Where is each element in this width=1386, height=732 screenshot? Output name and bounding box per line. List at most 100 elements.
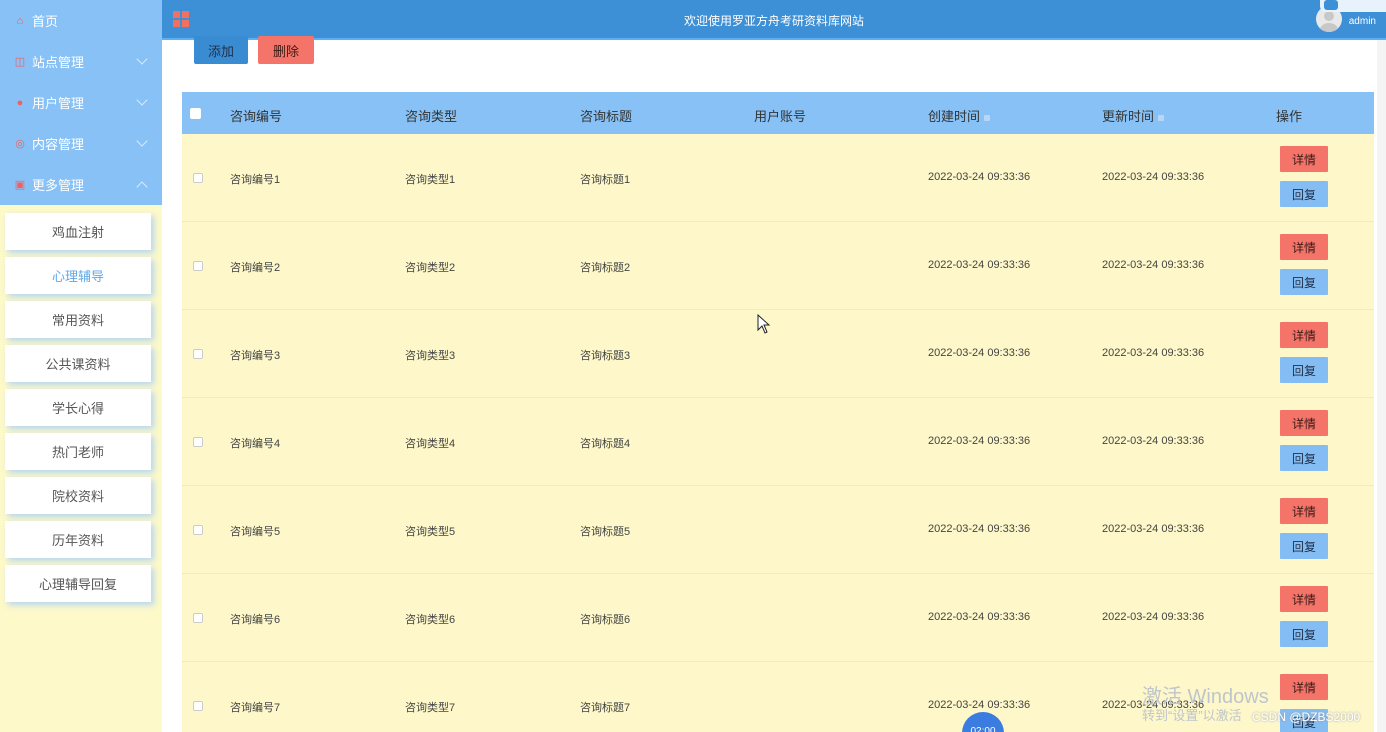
row-checkbox[interactable] [193, 173, 203, 183]
add-button[interactable]: 添加 [194, 36, 248, 64]
cloud-icon [1324, 0, 1338, 10]
column-header-created[interactable]: 创建时间 [928, 106, 991, 125]
cell-title: 咨询标题7 [580, 702, 631, 714]
select-all-checkbox[interactable] [190, 108, 201, 119]
sidebar-menu-item[interactable]: ● 用户管理 [0, 82, 162, 123]
scrollbar[interactable] [1377, 40, 1386, 732]
cell-created: 2022-03-24 09:33:36 [928, 523, 1031, 535]
sidebar-menu-item[interactable]: ◫ 站点管理 [0, 41, 162, 82]
cell-created: 2022-03-24 09:33:36 [928, 259, 1031, 271]
sort-icon[interactable] [984, 114, 991, 121]
windows-activation-watermark: 激活 Windows 转到“设置”以激活 [1142, 686, 1269, 724]
table-row: 咨询编号4 咨询类型4 咨询标题4 2022-03-24 09:33:36 2022-0… [182, 398, 1374, 486]
reply-button[interactable]: 回复 [1280, 269, 1328, 295]
cell-updated: 2022-03-24 09:33:36 [1102, 435, 1205, 447]
row-checkbox[interactable] [193, 349, 203, 359]
table-row: 咨询编号6 咨询类型6 咨询标题6 2022-03-24 09:33:36 2022-0… [182, 574, 1374, 662]
cell-title: 咨询标题3 [580, 350, 631, 362]
cell-created: 2022-03-24 09:33:36 [928, 435, 1031, 447]
cell-updated: 2022-03-24 09:33:36 [1102, 259, 1205, 271]
sidebar-subitem[interactable]: 热门老师 [5, 433, 151, 470]
cell-title: 咨询标题5 [580, 526, 631, 538]
username[interactable]: admin [1349, 16, 1376, 27]
detail-button[interactable]: 详情 [1280, 586, 1328, 612]
reply-button[interactable]: 回复 [1280, 357, 1328, 383]
cell-created: 2022-03-24 09:33:36 [928, 611, 1031, 623]
sidebar-subitem[interactable]: 心理辅导回复 [5, 565, 151, 602]
cell-type: 咨询类型6 [405, 614, 456, 626]
cell-no: 咨询编号4 [230, 438, 281, 450]
column-header-account: 用户账号 [754, 109, 807, 124]
sidebar-menu-label: 内容管理 [32, 137, 85, 152]
detail-button[interactable]: 详情 [1280, 410, 1328, 436]
detail-button[interactable]: 详情 [1280, 322, 1328, 348]
cell-title: 咨询标题4 [580, 438, 631, 450]
mouse-cursor-icon [757, 314, 771, 334]
sidebar-menu-item[interactable]: ◎ 内容管理 [0, 123, 162, 164]
row-checkbox[interactable] [193, 525, 203, 535]
cell-updated: 2022-03-24 09:33:36 [1102, 347, 1205, 359]
reply-button[interactable]: 回复 [1280, 621, 1328, 647]
cell-created: 2022-03-24 09:33:36 [928, 699, 1031, 711]
sidebar-subitem[interactable]: 学长心得 [5, 389, 151, 426]
row-checkbox[interactable] [193, 701, 203, 711]
sidebar-menu-item[interactable]: ▣ 更多管理 [0, 164, 162, 205]
sidebar-subitem[interactable]: 历年资料 [5, 521, 151, 558]
cell-no: 咨询编号7 [230, 702, 281, 714]
sort-icon[interactable] [1158, 114, 1165, 121]
reply-button[interactable]: 回复 [1280, 445, 1328, 471]
csdn-credit: CSDN @DZBS2000 [1252, 710, 1361, 724]
sidebar-submenu: 鸡血注射心理辅导常用资料公共课资料学长心得热门老师院校资料历年资料心理辅导回复 [0, 205, 162, 602]
row-checkbox[interactable] [193, 261, 203, 271]
cell-no: 咨询编号1 [230, 174, 281, 186]
cell-title: 咨询标题2 [580, 262, 631, 274]
sidebar-menu-item[interactable]: ⌂ 首页 [0, 0, 162, 41]
sidebar-menu-label: 用户管理 [32, 96, 85, 111]
cell-type: 咨询类型7 [405, 702, 456, 714]
column-header-updated[interactable]: 更新时间 [1102, 106, 1165, 125]
row-checkbox[interactable] [193, 437, 203, 447]
chevron-down-icon [136, 94, 148, 106]
sidebar-subitem[interactable]: 公共课资料 [5, 345, 151, 382]
more-icon: ▣ [14, 178, 26, 191]
reply-button[interactable]: 回复 [1280, 181, 1328, 207]
top-header: 欢迎使用罗亚方舟考研资料库网站 admin [162, 0, 1386, 40]
consultation-table: 咨询编号 咨询类型 咨询标题 用户账号 创建时间 更新时间 操作 咨询编号1 咨询… [182, 92, 1374, 732]
cell-updated: 2022-03-24 09:33:36 [1102, 523, 1205, 535]
cell-type: 咨询类型5 [405, 526, 456, 538]
delete-button[interactable]: 删除 [258, 36, 314, 64]
cell-updated: 2022-03-24 09:33:36 [1102, 611, 1205, 623]
sidebar-subitem[interactable]: 院校资料 [5, 477, 151, 514]
cell-created: 2022-03-24 09:33:36 [928, 347, 1031, 359]
sidebar-menu: ⌂ 首页 ◫ 站点管理 ● 用户管理 ◎ 内容管理 ▣ 更多管理 [0, 0, 162, 205]
column-header-created-label: 创建时间 [928, 109, 981, 124]
chevron-up-icon [136, 181, 148, 193]
site-icon: ◫ [14, 55, 26, 68]
detail-button[interactable]: 详情 [1280, 234, 1328, 260]
row-checkbox[interactable] [193, 613, 203, 623]
column-header-type: 咨询类型 [405, 109, 458, 124]
cell-type: 咨询类型3 [405, 350, 456, 362]
sidebar-subitem[interactable]: 鸡血注射 [5, 213, 151, 250]
content-icon: ◎ [15, 137, 25, 150]
sidebar-subitem[interactable]: 常用资料 [5, 301, 151, 338]
cell-type: 咨询类型4 [405, 438, 456, 450]
cell-updated: 2022-03-24 09:33:36 [1102, 171, 1205, 183]
detail-button[interactable]: 详情 [1280, 674, 1328, 700]
sidebar-subitem[interactable]: 心理辅导 [5, 257, 151, 294]
sidebar-menu-label: 首页 [32, 14, 59, 29]
cell-type: 咨询类型2 [405, 262, 456, 274]
corner-badge [1320, 0, 1386, 12]
table-body: 咨询编号1 咨询类型1 咨询标题1 2022-03-24 09:33:36 2022-0… [182, 134, 1374, 732]
chevron-down-icon [136, 135, 148, 147]
table-row: 咨询编号2 咨询类型2 咨询标题2 2022-03-24 09:33:36 2022-0… [182, 222, 1374, 310]
cell-title: 咨询标题6 [580, 614, 631, 626]
chevron-down-icon [136, 53, 148, 65]
site-title: 欢迎使用罗亚方舟考研资料库网站 [683, 14, 864, 28]
cell-no: 咨询编号2 [230, 262, 281, 274]
detail-button[interactable]: 详情 [1280, 498, 1328, 524]
sidebar-menu-label: 更多管理 [32, 178, 85, 193]
detail-button[interactable]: 详情 [1280, 146, 1328, 172]
reply-button[interactable]: 回复 [1280, 533, 1328, 559]
column-header-actions: 操作 [1276, 109, 1303, 124]
